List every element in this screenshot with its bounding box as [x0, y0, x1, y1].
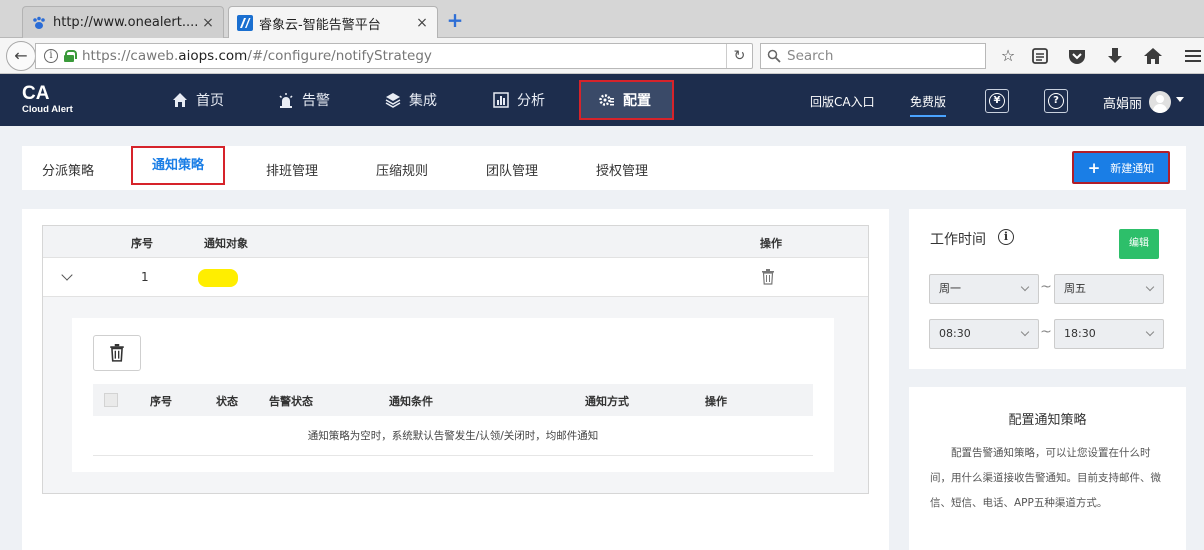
select-all-checkbox[interactable]: [104, 393, 118, 407]
tab-team[interactable]: 团队管理: [486, 160, 538, 179]
nav-integrations[interactable]: 集成: [385, 74, 437, 126]
help-button[interactable]: ?: [1044, 89, 1068, 113]
strategy-table: 序号 通知对象 操作 1 序号 状态 告警状态 通知条件 通知方式 操作 通知策…: [42, 225, 869, 494]
home-icon: [173, 93, 187, 107]
row-index: 1: [141, 270, 149, 284]
work-time-title: 工作时间: [930, 232, 986, 248]
col-method: 通知方式: [585, 395, 629, 408]
tab-schedule[interactable]: 排班管理: [266, 160, 318, 179]
col-target: 通知对象: [204, 237, 248, 250]
chart-icon: [493, 92, 509, 108]
nav-alerts[interactable]: 告警: [278, 74, 330, 126]
free-version-link[interactable]: 免费版: [910, 93, 947, 117]
col-action: 操作: [760, 237, 782, 250]
search-icon: [767, 49, 781, 63]
nav-label: 配置: [623, 93, 651, 109]
download-icon[interactable]: [1104, 46, 1126, 66]
work-time-panel: 工作时间 i 编辑 周一 ~ 周五 08:30 ~ 18:30: [909, 209, 1186, 369]
plus-icon: +: [1087, 158, 1101, 177]
trash-icon[interactable]: [761, 269, 775, 285]
range-separator: ~: [1040, 324, 1052, 340]
browser-tab-onealert[interactable]: http://www.onealert.... ×: [22, 6, 224, 38]
nav-home[interactable]: 首页: [172, 74, 224, 126]
menu-icon[interactable]: [1182, 46, 1204, 66]
tab-dispatch-strategy[interactable]: 分派策略: [42, 160, 94, 179]
time-to-select[interactable]: 18:30: [1054, 319, 1164, 349]
day-from-select[interactable]: 周一: [929, 274, 1039, 304]
tab-notify-strategy[interactable]: 通知策略: [131, 146, 226, 185]
chevron-down-icon[interactable]: [1176, 97, 1184, 102]
browser-tab-title: 睿象云-智能告警平台: [259, 17, 381, 33]
username[interactable]: 高娟丽: [1103, 93, 1142, 112]
layers-icon: [385, 93, 401, 108]
close-tab-icon[interactable]: ×: [415, 16, 429, 30]
logo-subtitle: Cloud Alert: [22, 104, 73, 115]
chevron-down-icon[interactable]: [61, 269, 73, 281]
help-panel: 配置通知策略 配置告警通知策略，可以让您设置在什么时间，用什么渠道接收告警通知。…: [909, 387, 1186, 550]
sub-navigation: 分派策略 通知策略 排班管理 压缩规则 团队管理 授权管理 + 新建通知: [22, 146, 1186, 190]
browser-tab-aiops[interactable]: 睿象云-智能告警平台 ×: [228, 6, 438, 39]
logo[interactable]: CA Cloud Alert: [22, 84, 73, 116]
info-icon[interactable]: i: [998, 229, 1014, 245]
browser-tab-bar: http://www.onealert.... × 睿象云-智能告警平台 × +: [0, 0, 1204, 39]
detail-table-header: 序号 状态 告警状态 通知条件 通知方式 操作: [93, 384, 813, 416]
logo-text: CA: [22, 83, 50, 104]
nav-config[interactable]: 配置: [579, 80, 674, 120]
help-title: 配置通知策略: [1008, 413, 1087, 428]
reading-list-icon[interactable]: [1029, 46, 1051, 66]
day-to-select[interactable]: 周五: [1054, 274, 1164, 304]
tab-authorization[interactable]: 授权管理: [596, 160, 648, 179]
url-text[interactable]: https://caweb.aiops.com/#/configure/noti…: [82, 48, 726, 64]
pocket-icon[interactable]: [1066, 46, 1088, 66]
url-bar[interactable]: i https://caweb.aiops.com/#/configure/no…: [35, 43, 753, 69]
avatar[interactable]: [1149, 91, 1171, 113]
back-arrow-icon[interactable]: ←: [6, 41, 36, 71]
redacted-target: [198, 269, 238, 287]
range-separator: ~: [1040, 279, 1052, 295]
new-tab-icon[interactable]: +: [446, 10, 464, 30]
tab-compress-rules[interactable]: 压缩规则: [376, 160, 428, 179]
billing-button[interactable]: ¥: [985, 89, 1009, 113]
browser-nav-bar: ← i https://caweb.aiops.com/#/configure/…: [0, 38, 1204, 74]
close-tab-icon[interactable]: ×: [201, 16, 215, 30]
reload-icon[interactable]: ↻: [726, 44, 752, 68]
nav-label: 首页: [196, 93, 224, 109]
new-notification-label: 新建通知: [1110, 161, 1155, 175]
main-panel: 序号 通知对象 操作 1 序号 状态 告警状态 通知条件 通知方式 操作 通知策…: [22, 209, 889, 550]
nav-analysis[interactable]: 分析: [493, 74, 545, 126]
gear-icon: [599, 94, 614, 106]
lock-icon: [64, 50, 77, 62]
delete-button[interactable]: [93, 335, 141, 371]
aiops-icon: [237, 15, 253, 31]
old-version-link[interactable]: 回版CA入口: [810, 93, 875, 110]
nav-label: 分析: [517, 93, 545, 109]
new-notification-button[interactable]: + 新建通知: [1072, 151, 1170, 184]
table-row[interactable]: 1: [43, 258, 868, 297]
time-from-select[interactable]: 08:30: [929, 319, 1039, 349]
bookmark-star-icon[interactable]: ☆: [997, 46, 1019, 66]
browser-tab-title: http://www.onealert....: [53, 15, 199, 30]
strategy-detail: 序号 状态 告警状态 通知条件 通知方式 操作 通知策略为空时，系统默认告警发生…: [72, 318, 834, 472]
trash-icon: [110, 344, 124, 362]
search-input[interactable]: Search: [760, 43, 986, 69]
home-browser-icon[interactable]: [1142, 46, 1164, 66]
nav-label: 告警: [302, 93, 330, 109]
col-action: 操作: [705, 395, 727, 408]
help-text: 配置告警通知策略，可以让您设置在什么时间，用什么渠道接收告警通知。目前支持邮件、…: [930, 447, 1161, 509]
nav-label: 集成: [409, 93, 437, 109]
col-condition: 通知条件: [389, 395, 433, 408]
alarm-icon: [279, 93, 293, 108]
col-index: 序号: [150, 395, 172, 408]
empty-note: 通知策略为空时，系统默认告警发生/认领/关闭时，均邮件通知: [93, 416, 813, 456]
app-header: CA Cloud Alert 首页 告警 集成 分析 配置 回版CA入口 免费版…: [0, 74, 1204, 126]
question-icon: ?: [1048, 93, 1064, 109]
edit-button[interactable]: 编辑: [1119, 229, 1159, 259]
info-icon[interactable]: i: [44, 49, 58, 63]
yen-icon: ¥: [989, 93, 1005, 109]
col-index: 序号: [131, 237, 153, 250]
table-header: 序号 通知对象 操作: [43, 226, 868, 258]
col-status: 状态: [216, 395, 238, 408]
paw-icon: [33, 16, 45, 29]
col-alert-status: 告警状态: [269, 395, 313, 408]
